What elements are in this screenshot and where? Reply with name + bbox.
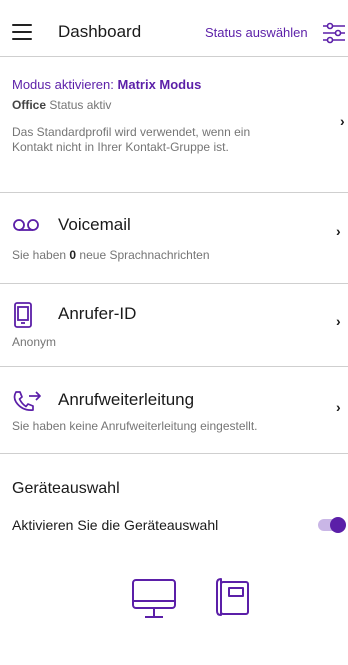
chevron-right-icon: › [336, 223, 341, 239]
mode-description-line1: Das Standardprofil wird verwendet, wenn … [12, 125, 251, 139]
voicemail-icon [12, 217, 40, 233]
caller-id-title: Anrufer-ID [58, 304, 137, 323]
call-forwarding-subtitle: Sie haben keine Anrufweiterleitung einge… [12, 419, 258, 433]
voicemail-count: 0 [69, 248, 77, 262]
voicemail-sub-prefix: Sie haben [12, 248, 67, 262]
desktop-icon[interactable] [131, 578, 177, 620]
desk-phone-icon[interactable] [210, 577, 250, 617]
chevron-right-icon: › [336, 313, 341, 329]
chevron-right-icon: › [336, 399, 341, 415]
menu-icon[interactable] [12, 24, 32, 40]
voicemail-title: Voicemail [58, 215, 131, 234]
voicemail-section[interactable]: Voicemail Sie haben 0 neue Sprachnachric… [0, 193, 348, 283]
call-forward-icon [12, 389, 42, 413]
call-forwarding-section[interactable]: Anrufweiterleitung Sie haben keine Anruf… [0, 367, 348, 453]
filter-sliders-icon[interactable] [322, 22, 346, 44]
caller-id-section[interactable]: Anrufer-ID Anonym › [0, 284, 348, 366]
caller-id-value: Anonym [12, 335, 57, 349]
device-toggle-label: Aktivieren Sie die Geräteauswahl [12, 517, 219, 533]
office-status: Office Status aktiv [12, 98, 111, 112]
voicemail-subtitle: Sie haben 0 neue Sprachnachrichten [12, 248, 210, 262]
page-title: Dashboard [58, 22, 142, 41]
device-selection-title: Geräteauswahl [12, 480, 120, 497]
mode-prefix: Modus aktivieren: [12, 77, 114, 92]
chevron-right-icon: › [340, 113, 345, 129]
device-selection-toggle[interactable] [316, 515, 346, 535]
office-status-text: Status aktiv [49, 98, 112, 112]
call-forwarding-title: Anrufweiterleitung [58, 390, 195, 409]
status-select-link[interactable]: Status auswählen [205, 25, 308, 40]
toggle-knob [330, 517, 346, 533]
mode-description-line2: Kontakt nicht in Ihrer Kontakt-Gruppe is… [12, 140, 229, 154]
office-label: Office [12, 98, 47, 112]
voicemail-sub-suffix: neue Sprachnachrichten [79, 248, 210, 262]
forwarding-divider [0, 453, 348, 454]
mode-title: Modus aktivieren: Matrix Modus [12, 77, 201, 92]
mode-name: Matrix Modus [117, 77, 202, 92]
mode-section[interactable]: Modus aktivieren: Matrix Modus Office St… [0, 57, 348, 192]
phone-icon [13, 302, 33, 328]
mode-description: Das Standardprofil wird verwendet, wenn … [12, 125, 250, 155]
